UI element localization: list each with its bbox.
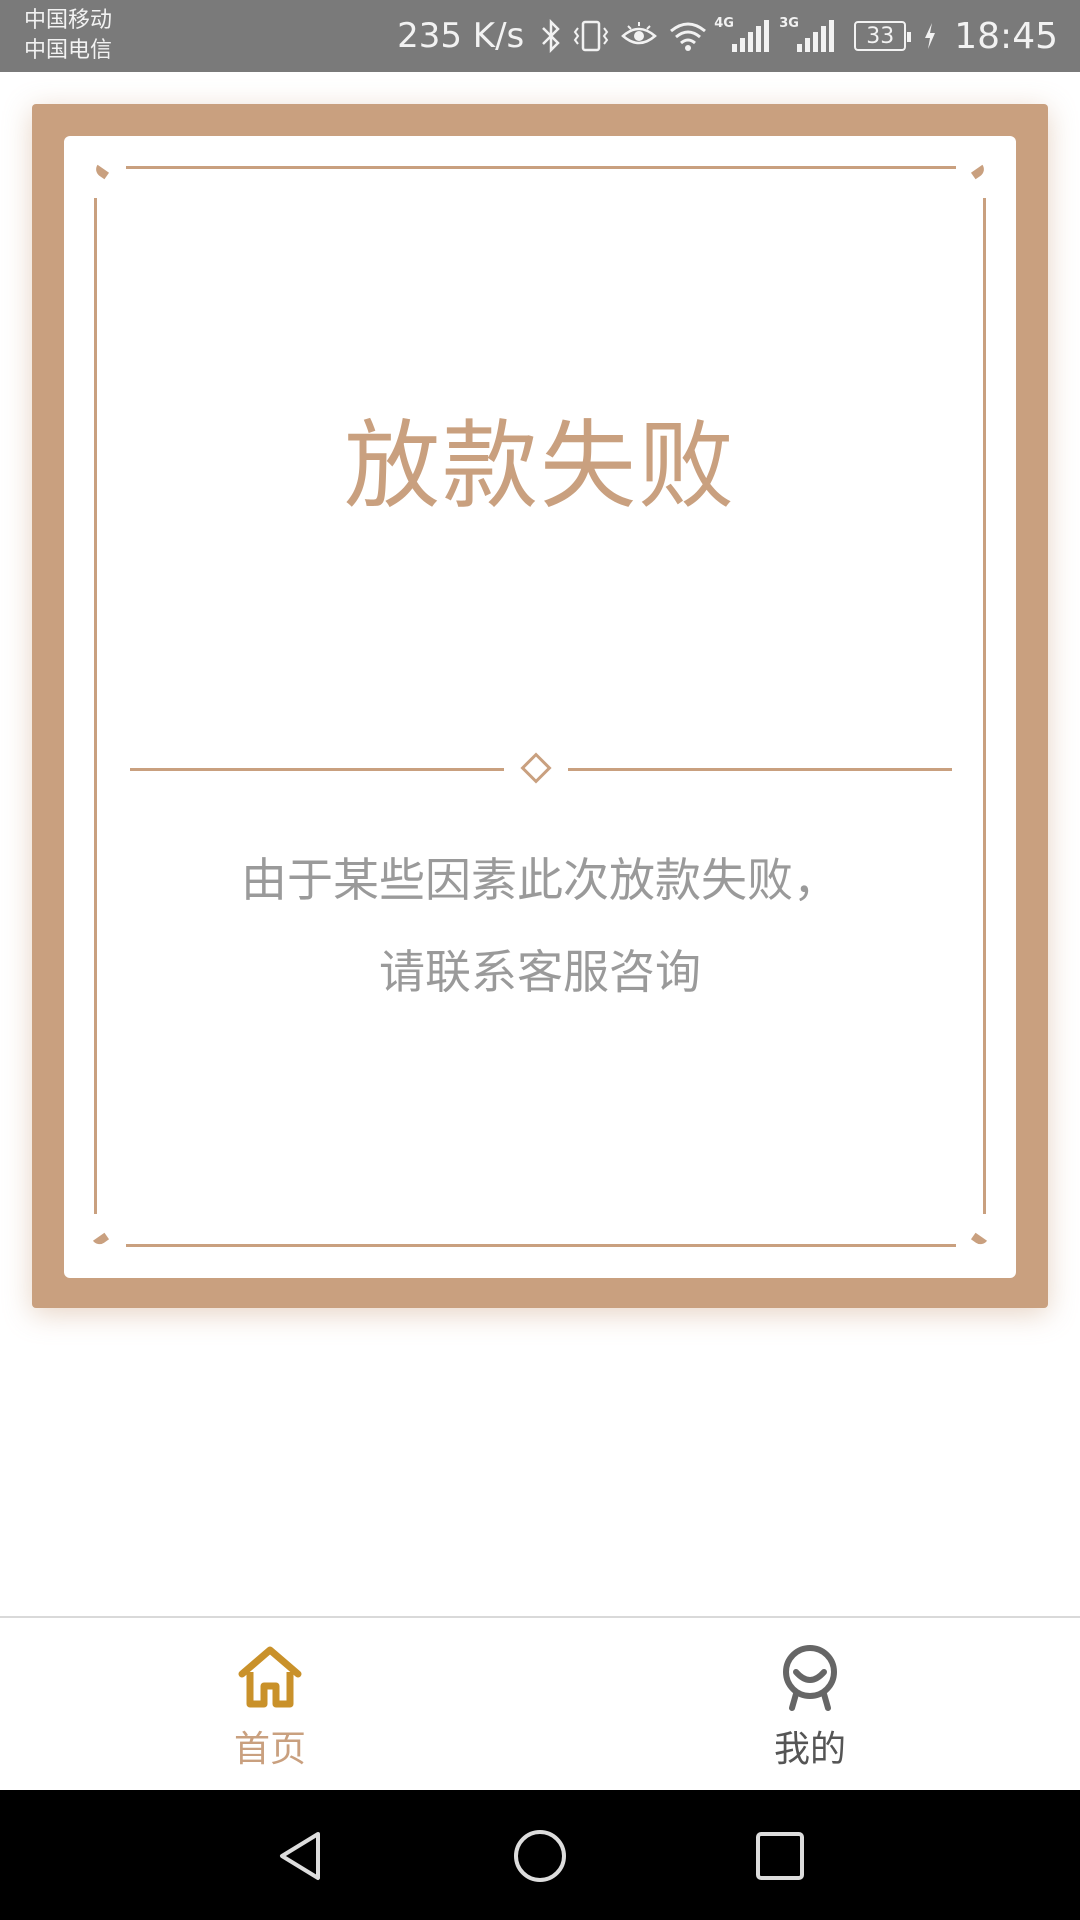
frame-bottom-line xyxy=(126,1244,956,1247)
profile-icon xyxy=(783,1645,837,1711)
failure-message-line-2: 请联系客服咨询 xyxy=(379,945,701,999)
frame-top-line xyxy=(126,166,956,169)
charging-icon xyxy=(922,21,938,51)
frame-right-line xyxy=(983,198,986,1214)
back-icon[interactable] xyxy=(272,1828,328,1884)
clock: 18:45 xyxy=(954,15,1058,57)
carrier-1: 中国移动 xyxy=(24,8,113,33)
carrier-2: 中国电信 xyxy=(24,38,113,63)
divider-line-left xyxy=(130,768,504,771)
frame-corner-br xyxy=(970,1232,988,1248)
wifi-icon xyxy=(668,19,708,53)
signal-2-tag: 3G xyxy=(779,16,799,31)
failure-message-line-1: 由于某些因素此次放款失败， xyxy=(241,853,839,907)
result-card: 放款失败 由于某些因素此次放款失败， 请联系客服咨询 xyxy=(32,104,1048,1308)
diamond-icon xyxy=(520,752,552,784)
result-card-inner: 放款失败 由于某些因素此次放款失败， 请联系客服咨询 xyxy=(64,136,1016,1278)
frame-corner-tl xyxy=(92,164,110,180)
carrier-info: 中国移动 中国电信 xyxy=(24,6,112,66)
frame-corner-bl xyxy=(92,1232,110,1248)
nav-item-home[interactable]: 首页 xyxy=(170,1618,370,1790)
home-icon xyxy=(238,1646,302,1708)
frame-corner-tr xyxy=(970,164,988,180)
nav-item-mine[interactable]: 我的 xyxy=(710,1618,910,1790)
net-speed: 235 K/s xyxy=(397,16,525,56)
signal-4g-icon: 4G xyxy=(714,16,770,52)
system-nav-bar xyxy=(0,1790,1080,1920)
status-icons: 235 K/s 4G 3G 33 18:45 xyxy=(397,0,1058,72)
nav-label-home: 首页 xyxy=(233,1729,306,1770)
bottom-nav: 首页 我的 xyxy=(0,1616,1080,1790)
signal-1-tag: 4G xyxy=(714,16,734,31)
battery-icon: 33 xyxy=(854,21,912,51)
home-circle-icon[interactable] xyxy=(512,1828,568,1884)
recents-icon[interactable] xyxy=(752,1828,808,1884)
divider-line-right xyxy=(568,768,952,771)
failure-message: 由于某些因素此次放款失败， 请联系客服咨询 xyxy=(64,834,1016,1018)
bluetooth-icon xyxy=(540,19,562,53)
vibrate-icon xyxy=(572,19,610,53)
nav-label-mine: 我的 xyxy=(773,1729,846,1770)
page-title: 放款失败 xyxy=(344,410,736,522)
frame-left-line xyxy=(94,198,97,1214)
status-bar: 中国移动 中国电信 235 K/s 4G 3G 33 18:45 xyxy=(0,0,1080,72)
signal-3g-icon: 3G xyxy=(779,16,835,52)
eye-icon xyxy=(620,19,658,53)
battery-level: 33 xyxy=(866,23,895,49)
